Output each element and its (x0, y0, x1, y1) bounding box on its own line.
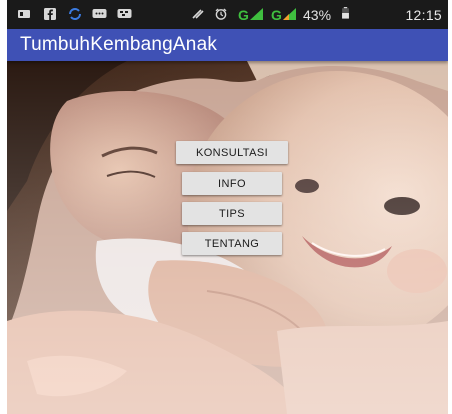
battery-percent: 43% (303, 7, 332, 23)
battery-icon (342, 7, 349, 19)
tentang-button[interactable]: TENTANG (182, 232, 282, 255)
clock: 12:15 (405, 7, 442, 23)
notification-icon (18, 10, 30, 18)
status-bar: G G 43% 12:15 (7, 0, 448, 29)
app-bar: TumbuhKembangAnak (7, 29, 448, 61)
vibrate-icon (192, 9, 204, 19)
alarm-icon (215, 8, 227, 20)
tips-button[interactable]: TIPS (182, 202, 282, 225)
network-type-label: G (238, 7, 249, 23)
sync-icon (69, 8, 81, 20)
phone-screen: G G 43% 12:15 TumbuhKembangAnak KONSULTA… (7, 0, 448, 414)
signal-icon (283, 8, 296, 20)
info-button[interactable]: INFO (182, 172, 282, 195)
signal-icon (250, 8, 263, 20)
main-content: KONSULTASI INFO TIPS TENTANG (7, 61, 448, 414)
network-type-label: G (271, 7, 282, 23)
facebook-icon (44, 8, 56, 20)
konsultasi-button[interactable]: KONSULTASI (176, 141, 288, 164)
app-title: TumbuhKembangAnak (20, 34, 218, 55)
message-icon (92, 9, 107, 18)
bbm-icon (117, 9, 132, 18)
